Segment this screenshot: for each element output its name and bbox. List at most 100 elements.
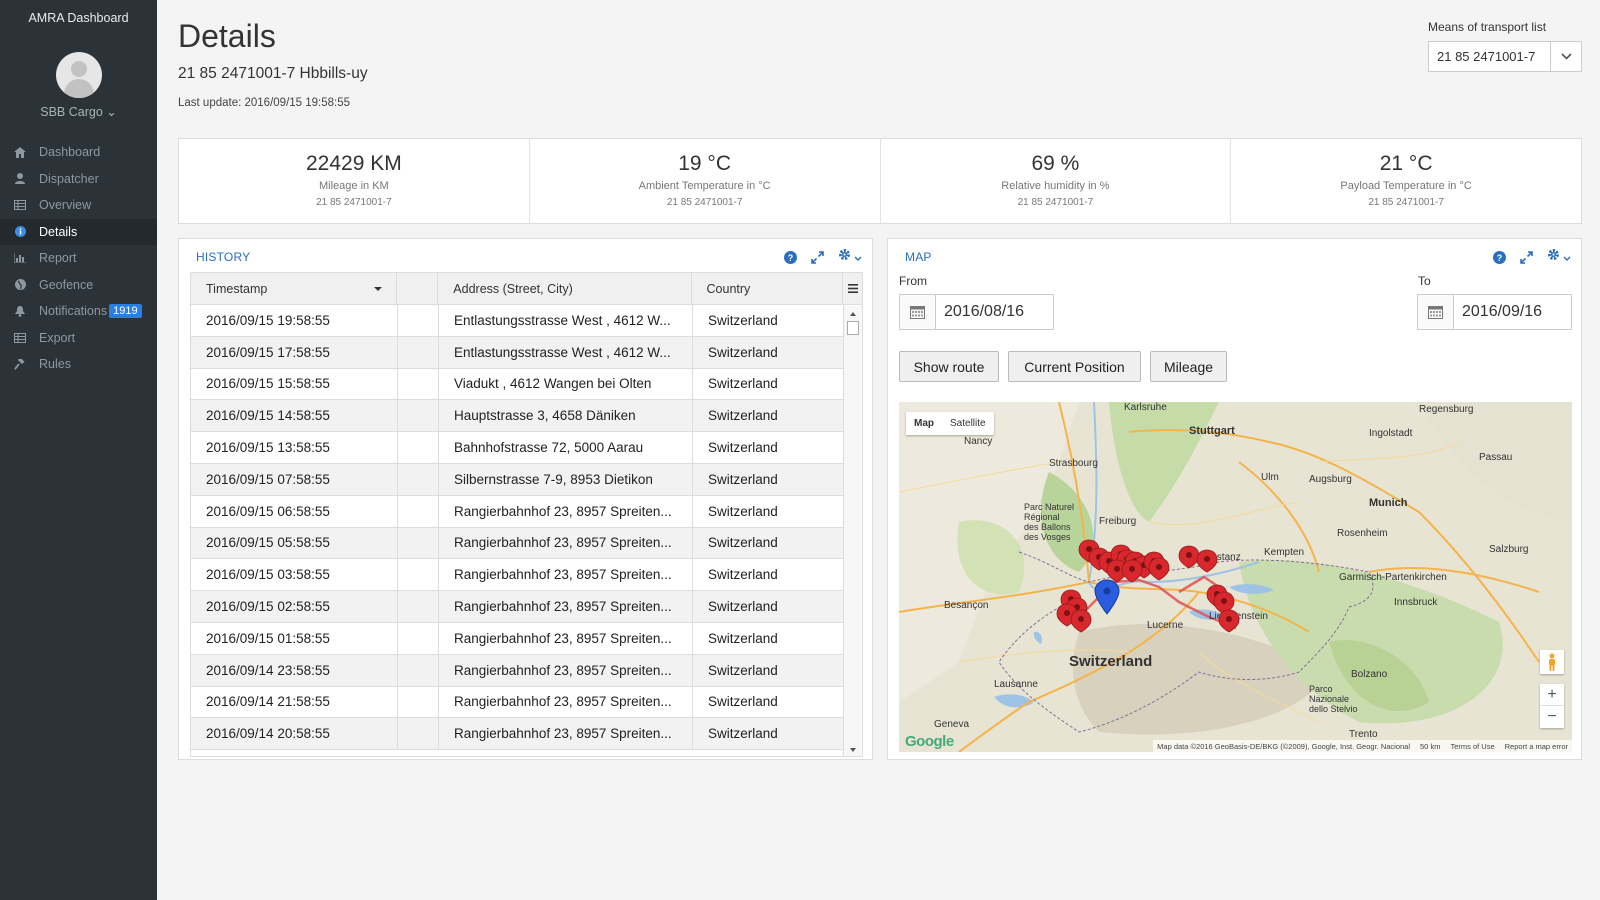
timestamp-cell: 2016/09/15 15:58:55 (191, 368, 398, 400)
notification-count-badge: 1919 (109, 304, 142, 319)
map-type-control[interactable]: Map Satellite (906, 412, 994, 435)
map-type-satellite[interactable]: Satellite (942, 412, 994, 435)
svg-text:Innsbruck: Innsbruck (1394, 597, 1438, 608)
blank-cell (398, 559, 439, 591)
country-cell: Switzerland (693, 305, 845, 336)
sidebar-item-export[interactable]: Export (0, 325, 157, 352)
map-panel: MAP ? From To 2016/08/16 2016/09/16 Show… (887, 238, 1582, 760)
scroll-down-icon[interactable] (850, 748, 856, 752)
show-route-button[interactable]: Show route (899, 351, 999, 382)
table-row[interactable]: 2016/09/15 17:58:55 Entlastungsstrasse We… (191, 336, 862, 369)
address-cell: Rangierbahnhof 23, 8957 Spreiten... (439, 654, 693, 686)
svg-text:Augsburg: Augsburg (1309, 474, 1352, 485)
expand-icon[interactable] (1520, 250, 1533, 264)
column-header-address[interactable]: Address (Street, City) (438, 273, 692, 304)
column-label: Address (Street, City) (453, 281, 573, 296)
address-cell: Entlastungsstrasse West , 4612 W... (439, 336, 693, 368)
user-menu[interactable]: SBB Cargo ⌄ (0, 104, 157, 119)
column-header-country[interactable]: Country (692, 273, 844, 304)
map-data-text: Map data ©2016 GeoBasis-DE/BKG (©2009), … (1157, 741, 1411, 751)
map-marker-dot (1226, 616, 1232, 622)
sidebar-item-details[interactable]: Details (0, 218, 157, 245)
timestamp-cell: 2016/09/15 13:58:55 (191, 432, 398, 463)
table-scrollbar[interactable] (843, 306, 862, 756)
zoom-out-button[interactable]: − (1540, 706, 1564, 728)
page-subtitle: 21 85 2471001-7 Hbbills-uy (178, 65, 368, 82)
map-type-map[interactable]: Map (906, 412, 942, 435)
svg-text:Parco: Parco (1309, 684, 1333, 694)
country-cell: Switzerland (693, 400, 845, 432)
sidebar-item-dashboard[interactable]: Dashboard (0, 139, 157, 166)
to-date-field[interactable]: 2016/09/16 (1417, 294, 1572, 330)
map-scale[interactable]: 50 km (1420, 742, 1440, 751)
address-cell: Rangierbahnhof 23, 8957 Spreiten... (439, 686, 693, 718)
column-header-timestamp[interactable]: Timestamp (191, 273, 398, 304)
settings-dropdown[interactable] (838, 248, 862, 266)
scroll-up-icon[interactable] (850, 312, 856, 316)
from-label: From (899, 274, 927, 288)
column-header-blank[interactable] (397, 273, 439, 304)
scroll-thumb[interactable] (847, 321, 859, 335)
address-cell: Bahnhofstrasse 72, 5000 Aarau (439, 432, 693, 463)
svg-text:Régional: Régional (1024, 512, 1060, 522)
table-row[interactable]: 2016/09/14 21:58:55 Rangierbahnhof 23, 89… (191, 686, 862, 719)
help-icon[interactable]: ? (784, 250, 797, 264)
svg-text:des Vosges: des Vosges (1024, 532, 1071, 542)
blank-cell (398, 591, 439, 622)
table-row[interactable]: 2016/09/14 20:58:55 Rangierbahnhof 23, 89… (191, 718, 862, 751)
sidebar-item-dispatcher[interactable]: Dispatcher (0, 166, 157, 193)
calendar-icon[interactable] (1418, 295, 1454, 329)
google-logo[interactable]: Google (905, 733, 954, 750)
map-view[interactable]: Karlsruhe Stuttgart Ingolstadt Nancy Str… (899, 402, 1572, 752)
user-icon (12, 172, 28, 186)
gear-icon (1547, 248, 1560, 266)
map-canvas[interactable]: Karlsruhe Stuttgart Ingolstadt Nancy Str… (899, 402, 1572, 752)
help-icon[interactable]: ? (1493, 250, 1506, 264)
table-row[interactable]: 2016/09/15 15:58:55 Viadukt , 4612 Wangen… (191, 368, 862, 401)
sidebar-item-geofence[interactable]: Geofence (0, 272, 157, 299)
column-menu-icon[interactable] (843, 273, 862, 304)
from-date-field[interactable]: 2016/08/16 (899, 294, 1054, 330)
expand-icon[interactable] (811, 250, 824, 264)
table-row[interactable]: 2016/09/15 03:58:55 Rangierbahnhof 23, 89… (191, 559, 862, 592)
sidebar-nav: Dashboard Dispatcher Overview Details Re… (0, 139, 157, 378)
map-panel-title: MAP (905, 250, 932, 264)
table-row[interactable]: 2016/09/15 07:58:55 Silbernstrasse 7-9, 8… (191, 463, 862, 496)
table-row[interactable]: 2016/09/14 23:58:55 Rangierbahnhof 23, 89… (191, 654, 862, 687)
svg-text:Bolzano: Bolzano (1351, 669, 1388, 680)
blank-cell (398, 654, 439, 686)
sidebar-item-notifications[interactable]: Notifications 1919 (0, 298, 157, 325)
zoom-in-button[interactable]: + (1540, 684, 1564, 706)
zoom-control[interactable]: + − (1540, 684, 1564, 728)
table-row[interactable]: 2016/09/15 06:58:55 Rangierbahnhof 23, 89… (191, 495, 862, 528)
terms-link[interactable]: Terms of Use (1450, 742, 1494, 751)
table-row[interactable]: 2016/09/15 01:58:55 Rangierbahnhof 23, 89… (191, 622, 862, 655)
sidebar-item-label: Details (39, 224, 78, 239)
settings-dropdown[interactable] (1547, 248, 1571, 266)
blank-cell (398, 336, 439, 368)
sidebar-item-overview[interactable]: Overview (0, 192, 157, 219)
sidebar-item-rules[interactable]: Rules (0, 351, 157, 378)
current-position-button[interactable]: Current Position (1008, 351, 1141, 382)
blank-cell (398, 527, 439, 559)
table-row[interactable]: 2016/09/15 02:58:55 Rangierbahnhof 23, 89… (191, 591, 862, 623)
chevron-down-icon[interactable] (1550, 42, 1581, 71)
transport-select[interactable]: 21 85 2471001-7 (1428, 41, 1582, 72)
table-row[interactable]: 2016/09/15 13:58:55 Bahnhofstrasse 72, 50… (191, 432, 862, 464)
chevron-down-icon (854, 248, 862, 266)
calendar-icon[interactable] (900, 295, 936, 329)
table-row[interactable]: 2016/09/15 05:58:55 Rangierbahnhof 23, 89… (191, 527, 862, 560)
avatar[interactable] (55, 52, 102, 98)
country-cell: Switzerland (693, 591, 845, 622)
report-map-error-link[interactable]: Report a map error (1505, 742, 1568, 751)
street-view-pegman-icon[interactable] (1540, 650, 1564, 674)
to-date-value: 2016/09/16 (1462, 303, 1543, 320)
mileage-button[interactable]: Mileage (1150, 351, 1227, 382)
country-cell: Switzerland (693, 559, 845, 591)
map-marker-dot (1064, 610, 1070, 616)
table-row[interactable]: 2016/09/15 19:58:55 Entlastungsstrasse We… (191, 305, 862, 337)
timestamp-cell: 2016/09/15 17:58:55 (191, 336, 398, 368)
app-title[interactable]: AMRA Dashboard (0, 0, 157, 36)
sidebar-item-report[interactable]: Report (0, 245, 157, 272)
table-row[interactable]: 2016/09/15 14:58:55 Hauptstrasse 3, 4658 … (191, 400, 862, 433)
